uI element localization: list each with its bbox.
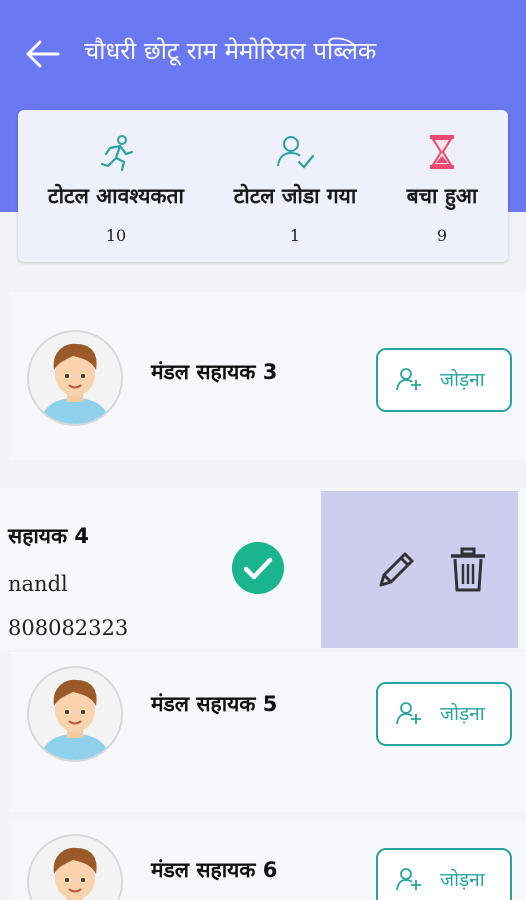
stats-panel: टोटल आवश्यकता 10 टोटल जोडा गया 1 बचा हुआ… (18, 110, 508, 262)
stat-total-added: टोटल जोडा गया 1 (214, 110, 376, 262)
stat-value: 9 (436, 226, 448, 245)
pencil-icon[interactable] (375, 547, 419, 591)
user-check-icon (277, 136, 315, 169)
add-button[interactable]: जोड़ना (376, 348, 512, 412)
hourglass-icon (430, 135, 454, 169)
list-item: मंडल सहायक 3 जोड़ना (9, 292, 526, 460)
add-button-label: जोड़ना (440, 369, 485, 391)
avatar (27, 330, 123, 426)
stat-value: 1 (289, 226, 301, 245)
stat-remaining: बचा हुआ 9 (376, 110, 508, 262)
stat-value: 10 (105, 226, 127, 245)
card-subtitle: nandl (8, 572, 68, 596)
card-name: मंडल सहायक 6 (151, 858, 278, 882)
add-user-icon (396, 868, 421, 891)
card-name: मंडल सहायक 3 (151, 360, 278, 384)
add-button-label: जोड़ना (440, 869, 485, 891)
stat-label: बचा हुआ (406, 184, 478, 208)
page-title: चौधरी छोटू राम मेमोरियल पब्लिक (84, 37, 377, 65)
card-name: सहायक 4 (8, 524, 90, 548)
stat-label: टोटल आवश्यकता (48, 184, 184, 208)
avatar (27, 834, 123, 900)
arrow-left-icon[interactable] (22, 36, 62, 72)
add-user-icon (396, 702, 421, 725)
card-name: मंडल सहायक 5 (151, 692, 278, 716)
add-button[interactable]: जोड़ना (376, 848, 512, 900)
list-item: मंडल सहायक 5 जोड़ना (9, 652, 526, 812)
trash-icon[interactable] (449, 547, 487, 593)
stat-label: टोटल जोडा गया (233, 184, 357, 208)
add-button[interactable]: जोड़ना (376, 682, 512, 746)
swipe-actions (321, 491, 518, 648)
check-circle-icon (232, 542, 284, 594)
list-item: मंडल सहायक 6 जोड़ना (9, 822, 526, 900)
running-person-icon (100, 135, 134, 172)
avatar (27, 666, 123, 762)
stat-total-required: टोटल आवश्यकता 10 (18, 110, 214, 262)
card-phone: 808082323 (8, 616, 129, 640)
add-user-icon (396, 368, 421, 391)
add-button-label: जोड़ना (440, 703, 485, 725)
